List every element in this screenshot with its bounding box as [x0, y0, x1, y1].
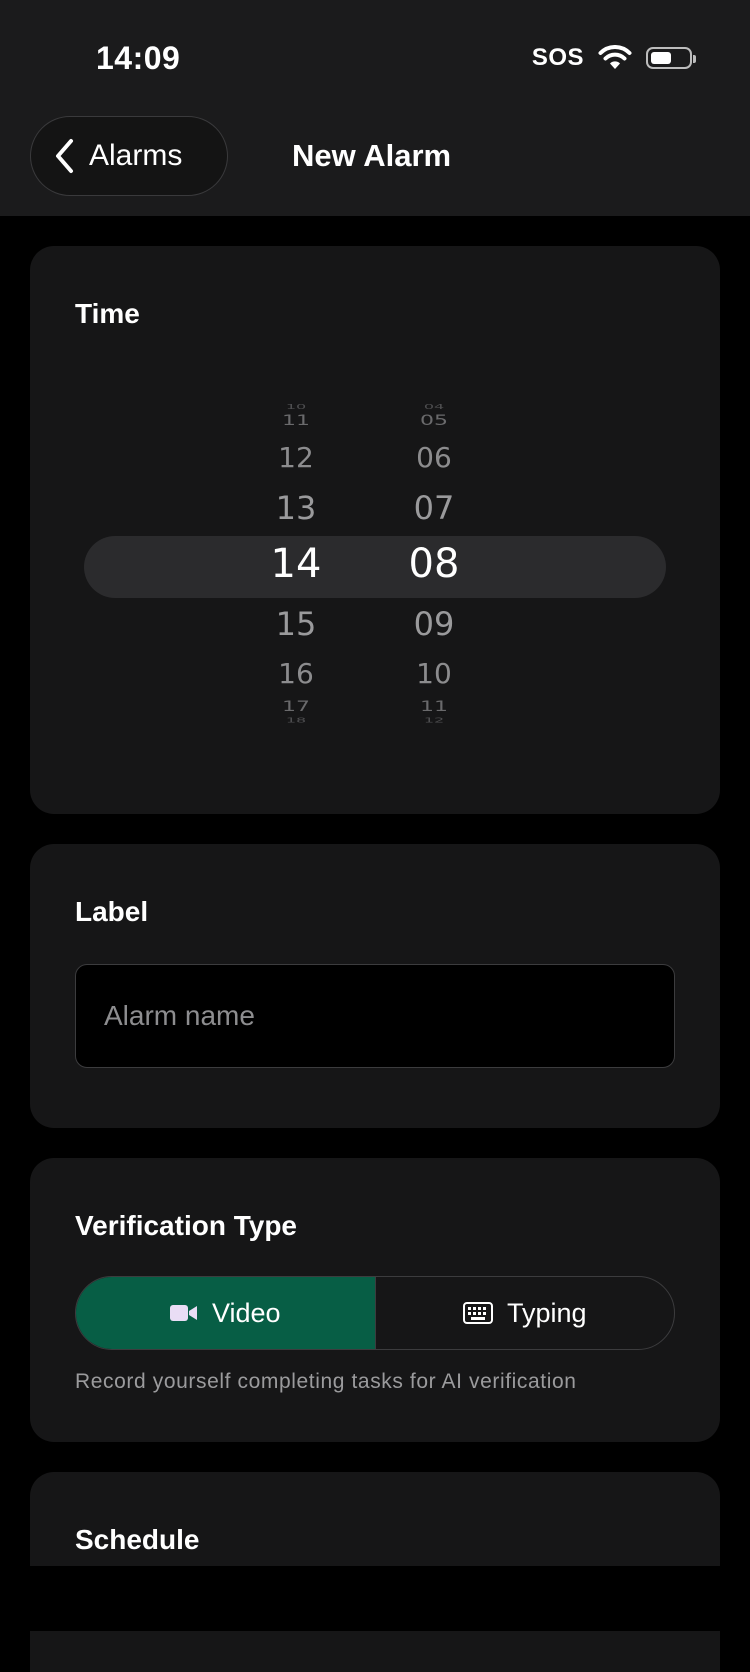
hour-option[interactable]: 16	[236, 660, 356, 688]
minute-option[interactable]: 07	[374, 492, 494, 524]
label-card: Label	[30, 844, 720, 1128]
selected-minute[interactable]: 08	[374, 544, 494, 584]
status-time: 14:09	[96, 40, 181, 76]
page-title: New Alarm	[292, 138, 452, 173]
hour-option[interactable]: 15	[236, 608, 356, 640]
keyboard-icon	[462, 1302, 493, 1324]
time-section-title: Time	[75, 298, 140, 329]
top-bar: 14:09 SOS Alarms New Alarm	[0, 0, 750, 216]
status-indicators: SOS	[531, 44, 696, 72]
minute-option[interactable]: 11	[374, 700, 494, 714]
minute-option[interactable]: 05	[374, 414, 494, 428]
minute-option[interactable]: 09	[374, 608, 494, 640]
minute-option[interactable]: 10	[374, 660, 494, 688]
wifi-icon	[598, 45, 632, 71]
chevron-left-icon	[53, 138, 75, 174]
minute-option[interactable]: 12	[374, 716, 494, 723]
video-option-label: Video	[211, 1297, 281, 1328]
hour-option[interactable]: 11	[236, 414, 356, 428]
battery-fill	[651, 52, 671, 64]
hour-option[interactable]: 10	[236, 403, 356, 410]
verification-type-selector: Video Typing	[75, 1276, 675, 1350]
selected-hour[interactable]: 14	[236, 544, 356, 584]
typing-option-button[interactable]: Typing	[374, 1277, 675, 1349]
minute-option[interactable]: 06	[374, 444, 494, 472]
hour-option[interactable]: 17	[236, 700, 356, 714]
hour-option[interactable]: 12	[236, 444, 356, 472]
verification-section-title: Verification Type	[75, 1210, 297, 1241]
sos-indicator: SOS	[531, 44, 584, 71]
verification-card: Verification Type Video Typing Record yo…	[30, 1158, 720, 1442]
back-button[interactable]: Alarms	[30, 116, 228, 196]
bottom-safe-area	[0, 1566, 750, 1631]
video-option-button[interactable]: Video	[76, 1277, 375, 1349]
battery-icon	[646, 47, 696, 69]
back-button-label: Alarms	[89, 139, 183, 172]
verification-help-text: Record yourself completing tasks for AI …	[75, 1370, 577, 1393]
label-section-title: Label	[75, 896, 149, 927]
minute-option[interactable]: 04	[374, 403, 494, 410]
typing-option-label: Typing	[506, 1297, 587, 1328]
hour-option[interactable]: 13	[236, 492, 356, 524]
alarm-name-input[interactable]	[75, 964, 675, 1068]
time-card: Time 10 11 12 13 14 15 16 17 18 04 05 06…	[30, 246, 720, 814]
hour-option[interactable]: 18	[236, 716, 356, 723]
video-camera-icon	[169, 1303, 198, 1323]
schedule-section-title: Schedule	[75, 1524, 200, 1555]
